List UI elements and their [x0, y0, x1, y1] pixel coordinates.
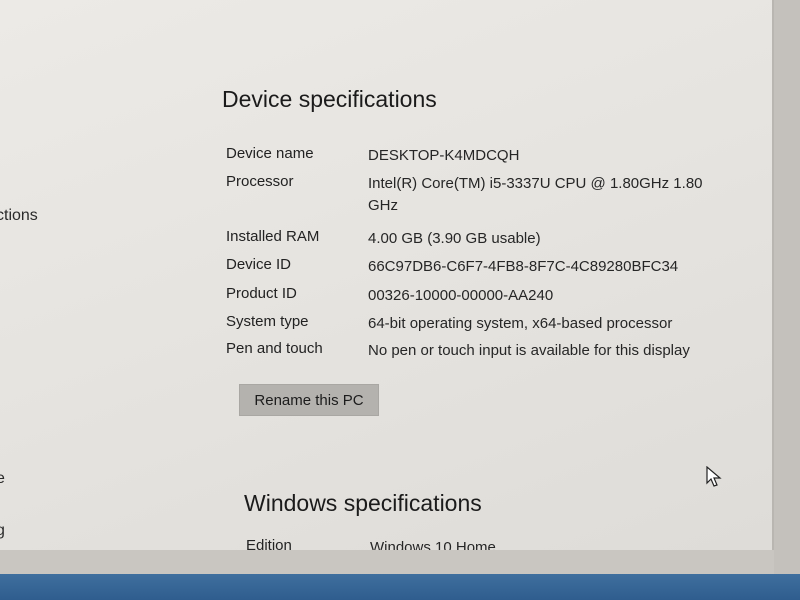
- spec-label: Product ID: [226, 285, 297, 302]
- spec-value: DESKTOP-K4MDCQH: [368, 147, 520, 164]
- spec-value: Windows 10 Home: [370, 539, 496, 550]
- spec-value: 4.00 GB (3.90 GB usable): [368, 230, 541, 247]
- sidebar-item-partial-2[interactable]: g: [0, 522, 5, 540]
- sidebar-item-actions[interactable]: ctions: [0, 207, 38, 225]
- spec-label: Pen and touch: [226, 340, 323, 357]
- main-content: Device specifications Device name DESKTO…: [220, 0, 772, 550]
- settings-window: ctions e g Device specifications Device …: [0, 0, 774, 550]
- mouse-pointer-icon: [706, 465, 722, 488]
- rename-pc-button[interactable]: Rename this PC: [239, 384, 379, 416]
- spec-value: 00326-10000-00000-AA240: [368, 287, 554, 304]
- monitor-bezel: [774, 0, 800, 574]
- taskbar: [0, 574, 800, 600]
- spec-label: Installed RAM: [226, 228, 320, 245]
- spec-value: 64-bit operating system, x64-based proce…: [368, 315, 673, 332]
- device-specifications-heading: Device specifications: [222, 86, 437, 112]
- spec-value: Intel(R) Core(TM) i5-3337U CPU @ 1.80GHz…: [368, 175, 703, 214]
- sidebar: ctions e g: [0, 0, 205, 550]
- spec-value: No pen or touch input is available for t…: [368, 342, 690, 359]
- sidebar-item-partial-1[interactable]: e: [0, 470, 5, 488]
- spec-label: Edition: [246, 537, 292, 550]
- windows-specifications-heading: Windows specifications: [244, 490, 482, 516]
- spec-label: Device ID: [226, 256, 292, 273]
- spec-label: Processor: [226, 173, 294, 190]
- spec-value: 66C97DB6-C6F7-4FB8-8F7C-4C89280BFC34: [368, 258, 679, 275]
- spec-label: System type: [226, 313, 309, 330]
- spec-label: Device name: [226, 145, 314, 162]
